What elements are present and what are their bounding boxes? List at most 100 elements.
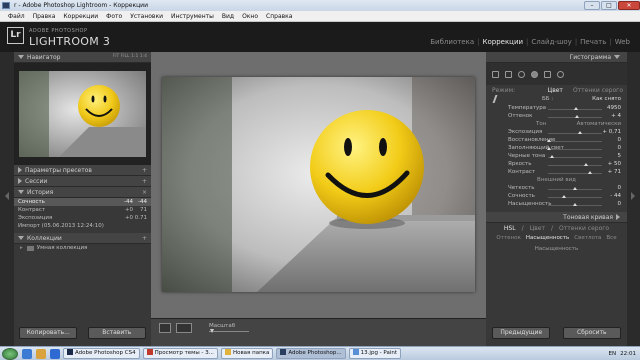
explorer-icon[interactable] [36,348,46,359]
paste-button[interactable]: Вставить [87,327,146,339]
slider-thumb[interactable] [574,115,579,118]
sessions-header[interactable]: Сессии + [14,176,151,187]
slider-value[interactable]: 4950 [607,105,621,111]
slider-thumb[interactable] [573,203,577,206]
slider-thumb[interactable] [550,155,555,158]
slider-track[interactable] [548,141,602,142]
right-panel-toggle[interactable] [627,52,640,346]
maximize-button[interactable]: □ [601,1,617,10]
copy-button[interactable]: Копировать... [19,327,78,339]
menu-file[interactable]: Файл [4,13,29,20]
slider-track[interactable] [548,149,602,150]
auto-tone-button[interactable]: Автоматически [577,120,621,128]
zoom-slider[interactable] [209,331,249,332]
slider-value[interactable]: 0 [618,145,622,151]
tone-curve-header[interactable]: Тоновая кривая [486,212,627,223]
graduated-filter-icon[interactable] [544,70,551,78]
history-header[interactable]: История × [14,187,151,198]
adjustment-brush-icon[interactable] [557,70,564,78]
taskbar-item[interactable]: Просмотр темы - З... [142,348,218,359]
history-item[interactable]: Сочность -44 -44 [14,198,151,206]
menu-tools[interactable]: Инструменты [167,13,218,20]
taskbar-item[interactable]: Новая папка [220,348,274,359]
presets-header[interactable]: Параметры пресетов + [14,165,151,176]
add-collection-icon[interactable]: + [142,235,147,242]
slider-thumb[interactable] [547,147,552,150]
taskbar-item[interactable]: Adobe Photoshop... [276,348,346,359]
slider-value[interactable]: + 4 [611,113,621,119]
clear-history-icon[interactable]: × [142,189,147,196]
navigator-preview[interactable] [14,63,151,165]
close-button[interactable]: ✕ [618,1,640,10]
add-session-icon[interactable]: + [142,178,147,185]
module-print[interactable]: Печать [580,38,606,46]
minimize-button[interactable]: – [584,1,600,10]
media-player-icon[interactable] [50,348,60,359]
slider-thumb[interactable] [573,187,577,190]
module-slideshow[interactable]: Слайд-шоу [531,38,571,46]
menu-develop[interactable]: Коррекции [59,13,102,20]
slider-value[interactable]: 0 [618,185,622,191]
slider-value[interactable]: + 71 [608,169,621,175]
slider-value[interactable]: + 50 [608,161,621,167]
module-develop[interactable]: Коррекции [483,38,524,46]
spot-removal-icon[interactable] [518,70,525,78]
main-photo[interactable] [162,77,475,292]
tab-grayscale[interactable]: Оттенки серого [559,225,609,232]
navigator-header[interactable]: Навигатор FIT FILL 1:1 1:4 [14,52,151,63]
start-button[interactable] [2,347,18,360]
image-workspace[interactable] [151,52,486,346]
slider-thumb[interactable] [574,107,579,110]
history-item[interactable]: Импорт (05.06.2013 12:24:10) [14,222,151,230]
menu-view[interactable]: Вид [218,13,238,20]
collection-item[interactable]: ▸ Умная коллекция [14,244,151,252]
reset-button[interactable]: Сбросить [562,327,621,339]
left-panel-toggle[interactable] [0,52,14,346]
subtab-all[interactable]: Все [606,235,616,241]
treatment-color[interactable]: Цвет [548,87,563,94]
slider-track[interactable] [548,157,602,158]
slider-track[interactable] [548,165,602,166]
menu-edit[interactable]: Правка [29,13,60,20]
tab-hsl[interactable]: HSL [504,225,516,232]
slider-thumb[interactable] [547,139,552,142]
treatment-grayscale[interactable]: Оттенки серого [573,87,623,94]
slider-value[interactable]: 0 [618,137,622,143]
menu-settings[interactable]: Установки [126,13,167,20]
loupe-view-icon[interactable] [159,323,171,333]
crop-icon[interactable] [505,70,512,78]
slider-track[interactable] [548,173,602,174]
slider-track[interactable] [548,133,602,134]
slider-value[interactable]: - 44 [610,193,621,199]
history-item[interactable]: Контраст +0 71 [14,206,151,214]
slider-thumb[interactable] [583,163,588,166]
wb-select[interactable]: Как снято [592,96,621,102]
taskbar-item[interactable]: Adobe Photoshop CS4 [63,348,140,359]
tab-color[interactable]: Цвет [530,225,545,232]
clock[interactable]: 22:01 [620,351,636,357]
slider-thumb[interactable] [588,171,593,174]
subtab-saturation[interactable]: Насыщенность [526,235,569,241]
previous-button[interactable]: Предыдущие [492,327,551,339]
menu-window[interactable]: Окно [238,13,262,20]
wb-picker-icon[interactable] [492,95,501,103]
module-library[interactable]: Библиотека [430,38,474,46]
slider-value[interactable]: + 0,71 [602,129,621,135]
grid-icon[interactable] [492,70,499,78]
red-eye-icon[interactable] [531,70,538,78]
histogram-header[interactable]: Гистограмма [486,52,627,63]
slider-value[interactable]: 0 [618,201,622,207]
collections-header[interactable]: Коллекции + [14,233,151,244]
slider-track[interactable] [548,197,602,198]
ie-icon[interactable] [22,348,32,359]
zoom-slider-thumb[interactable] [210,329,214,333]
add-preset-icon[interactable]: + [142,167,147,174]
navigator-zoom-options[interactable]: FIT FILL 1:1 1:4 [113,54,147,59]
taskbar-item[interactable]: 13.jpg - Paint [348,348,402,359]
slider-thumb[interactable] [562,195,567,198]
slider-value[interactable]: 5 [618,153,622,159]
menu-help[interactable]: Справка [262,13,296,20]
before-after-icon[interactable] [176,323,192,333]
language-indicator[interactable]: EN [609,351,617,357]
subtab-luminance[interactable]: Светлота [574,235,601,241]
